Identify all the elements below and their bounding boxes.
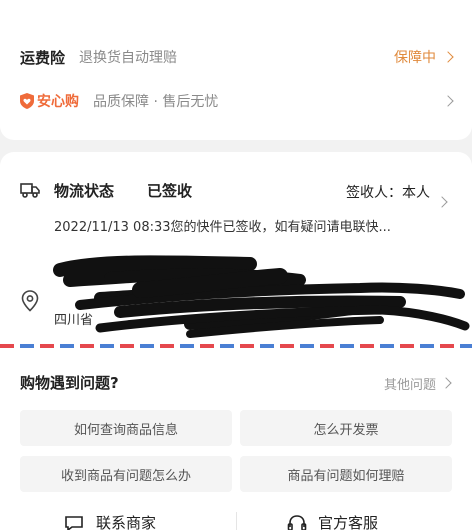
other-questions-link[interactable]: 其他问题 [384, 374, 436, 393]
contact-merchant-button[interactable]: 联系商家 [64, 512, 156, 530]
headset-icon [287, 514, 307, 530]
airmail-border [0, 344, 472, 348]
logistics-detail: 2022/11/13 08:33您的快件已签收，如有疑问请电联快... [54, 220, 391, 235]
question-button[interactable]: 如何查询商品信息 [20, 410, 232, 446]
help-title: 购物遇到问题? [20, 374, 119, 392]
logistics-status: 已签收 [147, 182, 193, 200]
chevron-right-icon [442, 95, 454, 107]
shipping-insurance-description: 退换货自动理赔 [79, 50, 178, 66]
truck-icon [20, 183, 40, 198]
secure-purchase-description: 品质保障 · 售后无忧 [93, 94, 219, 110]
shipping-insurance-status: 保障中 [394, 50, 436, 66]
logistics-label: 物流状态 [54, 182, 115, 200]
secure-purchase-badge: 安心购 [20, 91, 79, 111]
receiver-info: 签收人：本人 [346, 185, 430, 201]
chevron-right-icon [442, 51, 454, 63]
secure-purchase-row[interactable]: 安心购 品质保障 · 售后无忧 [20, 88, 454, 114]
contact-merchant-label: 联系商家 [96, 514, 157, 530]
question-button[interactable]: 商品有问题如何理赔 [240, 456, 452, 492]
shipping-insurance-row[interactable]: 运费险 退换货自动理赔 保障中 [20, 44, 454, 70]
redaction-scribble [53, 255, 470, 338]
divider [236, 512, 237, 530]
location-pin-icon [21, 290, 39, 312]
shield-heart-icon [20, 93, 34, 109]
service-card: 运费险 退换货自动理赔 保障中 安心购 品质保障 · 售后无忧 [0, 0, 472, 140]
question-button[interactable]: 收到商品有问题怎么办 [20, 456, 232, 492]
shipping-insurance-title: 运费险 [20, 48, 66, 67]
official-service-label: 官方客服 [318, 514, 379, 530]
question-button[interactable]: 怎么开发票 [240, 410, 452, 446]
secure-purchase-badge-label: 安心购 [37, 94, 79, 110]
official-service-button[interactable]: 官方客服 [286, 512, 378, 530]
chat-icon [65, 515, 83, 530]
